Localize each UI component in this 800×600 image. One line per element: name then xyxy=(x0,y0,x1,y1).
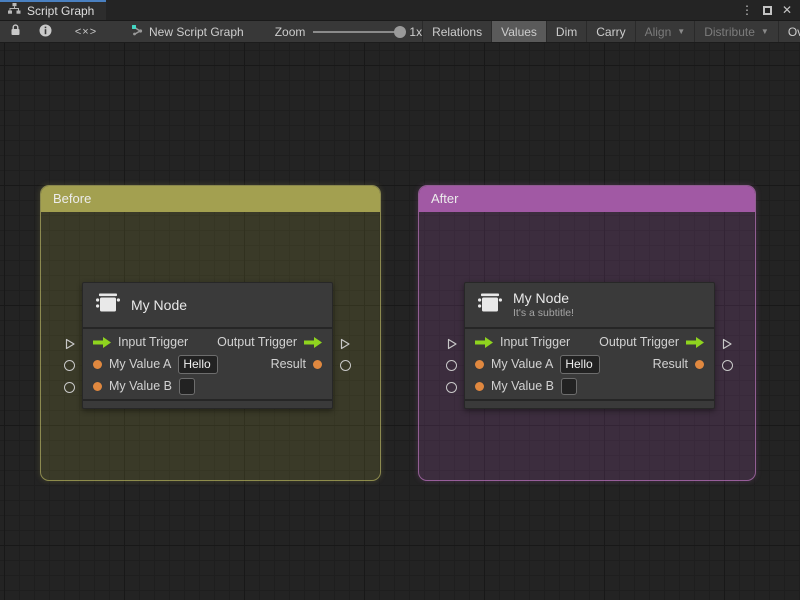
input-trigger-label: Input Trigger xyxy=(500,335,571,349)
kebab-menu-icon[interactable]: ⋮ xyxy=(741,4,753,16)
group-after-header[interactable]: After xyxy=(419,186,755,212)
value-b-label: My Value B xyxy=(491,379,554,393)
value-in-icon[interactable] xyxy=(93,381,102,391)
tab-script-graph[interactable]: Script Graph xyxy=(0,0,107,20)
port-row: My Value A Result xyxy=(465,353,714,375)
distribute-label: Distribute xyxy=(704,24,755,39)
value-a-label: My Value A xyxy=(109,357,172,371)
value-in-port[interactable] xyxy=(64,382,75,393)
value-b-label: My Value B xyxy=(109,379,172,393)
group-before-label: Before xyxy=(53,191,92,206)
graph-toolbar: <×> New Script Graph Zoom 1x Relations V… xyxy=(0,21,800,43)
value-in-icon[interactable] xyxy=(93,359,102,369)
code-icon: <×> xyxy=(74,25,98,38)
new-script-graph-button[interactable]: New Script Graph xyxy=(122,21,253,42)
output-trigger-label: Output Trigger xyxy=(599,335,679,349)
graph-asset-icon xyxy=(131,24,145,39)
node-footer xyxy=(83,399,332,408)
node-title: My Node xyxy=(131,296,188,313)
close-icon[interactable]: ✕ xyxy=(782,4,792,16)
view-toggle-group: Relations Values Dim Carry Align ▼ Distr… xyxy=(422,21,800,42)
dim-label: Dim xyxy=(555,24,578,39)
trigger-in-icon[interactable] xyxy=(93,336,111,348)
node-footer xyxy=(465,399,714,408)
relations-label: Relations xyxy=(432,24,483,39)
node-header[interactable]: My Node xyxy=(83,283,332,329)
value-a-label: My Value A xyxy=(491,357,554,371)
value-in-icon[interactable] xyxy=(475,381,484,391)
group-before-header[interactable]: Before xyxy=(41,186,380,212)
dim-button[interactable]: Dim xyxy=(545,21,586,42)
graph-canvas[interactable]: Before After My Node Input Trigger Outpu… xyxy=(0,43,800,600)
values-button[interactable]: Values xyxy=(491,21,546,42)
value-a-field[interactable] xyxy=(178,354,219,374)
unit-icon xyxy=(95,291,121,320)
zoom-slider[interactable] xyxy=(313,25,407,38)
group-after-label: After xyxy=(431,191,459,206)
trigger-in-port[interactable] xyxy=(64,338,76,350)
value-in-port[interactable] xyxy=(64,360,75,371)
window-controls: ⋮ ✕ xyxy=(741,0,800,20)
lock-button[interactable] xyxy=(0,21,30,42)
trigger-in-port[interactable] xyxy=(446,338,458,350)
port-row: Input Trigger Output Trigger xyxy=(83,331,332,353)
trigger-out-icon[interactable] xyxy=(304,336,322,348)
input-trigger-label: Input Trigger xyxy=(118,335,189,349)
carry-button[interactable]: Carry xyxy=(586,21,634,42)
new-graph-label: New Script Graph xyxy=(149,24,244,39)
titlebar: Script Graph ⋮ ✕ xyxy=(0,0,800,21)
overview-label: Overview xyxy=(787,24,800,39)
info-button[interactable] xyxy=(30,21,60,42)
node-header[interactable]: My Node It's a subtitle! xyxy=(465,283,714,329)
hierarchy-icon xyxy=(8,2,21,20)
maximize-icon[interactable] xyxy=(762,5,772,15)
lock-icon xyxy=(10,24,21,39)
value-a-field[interactable] xyxy=(560,354,601,374)
port-row: My Value A Result xyxy=(83,353,332,375)
trigger-out-port[interactable] xyxy=(721,338,733,350)
zoom-slider-handle[interactable] xyxy=(394,25,407,38)
zoom-value: 1x xyxy=(409,24,423,39)
node-subtitle: It's a subtitle! xyxy=(513,307,574,320)
result-label: Result xyxy=(270,357,306,371)
overview-button[interactable]: Overview xyxy=(777,21,800,42)
port-row: My Value B xyxy=(465,375,714,397)
unit-icon xyxy=(477,291,503,320)
port-row: My Value B xyxy=(83,375,332,397)
value-out-port[interactable] xyxy=(340,360,351,371)
node-ports: Input Trigger Output Trigger My Value A … xyxy=(465,329,714,399)
align-dropdown[interactable]: Align ▼ xyxy=(634,21,695,42)
carry-label: Carry xyxy=(596,24,626,39)
relations-button[interactable]: Relations xyxy=(422,21,491,42)
port-row: Input Trigger Output Trigger xyxy=(465,331,714,353)
values-label: Values xyxy=(501,24,537,39)
trigger-in-icon[interactable] xyxy=(475,336,493,348)
value-in-port[interactable] xyxy=(446,382,457,393)
zoom-label: Zoom xyxy=(274,24,306,39)
trigger-out-icon[interactable] xyxy=(686,336,704,348)
value-out-icon[interactable] xyxy=(313,359,322,369)
node-title: My Node xyxy=(513,290,570,307)
chevron-down-icon: ▼ xyxy=(677,27,686,36)
trigger-out-port[interactable] xyxy=(339,338,351,350)
align-label: Align xyxy=(644,24,672,39)
node-ports: Input Trigger Output Trigger My Value A … xyxy=(83,329,332,399)
value-b-field[interactable] xyxy=(179,377,195,395)
tab-title: Script Graph xyxy=(27,4,95,18)
node-my-node-after[interactable]: My Node It's a subtitle! Input Trigger O… xyxy=(446,282,733,409)
code-preview-button[interactable]: <×> xyxy=(60,21,112,42)
distribute-dropdown[interactable]: Distribute ▼ xyxy=(694,21,778,42)
zoom-control: Zoom 1x xyxy=(275,21,422,42)
value-in-icon[interactable] xyxy=(475,359,484,369)
result-label: Result xyxy=(652,357,688,371)
node-my-node-before[interactable]: My Node Input Trigger Output Trigger My … xyxy=(64,282,351,409)
output-trigger-label: Output Trigger xyxy=(217,335,297,349)
value-in-port[interactable] xyxy=(446,360,457,371)
value-out-port[interactable] xyxy=(722,360,733,371)
info-icon xyxy=(39,24,52,40)
chevron-down-icon: ▼ xyxy=(760,27,769,36)
value-b-field[interactable] xyxy=(561,377,577,395)
value-out-icon[interactable] xyxy=(695,359,704,369)
